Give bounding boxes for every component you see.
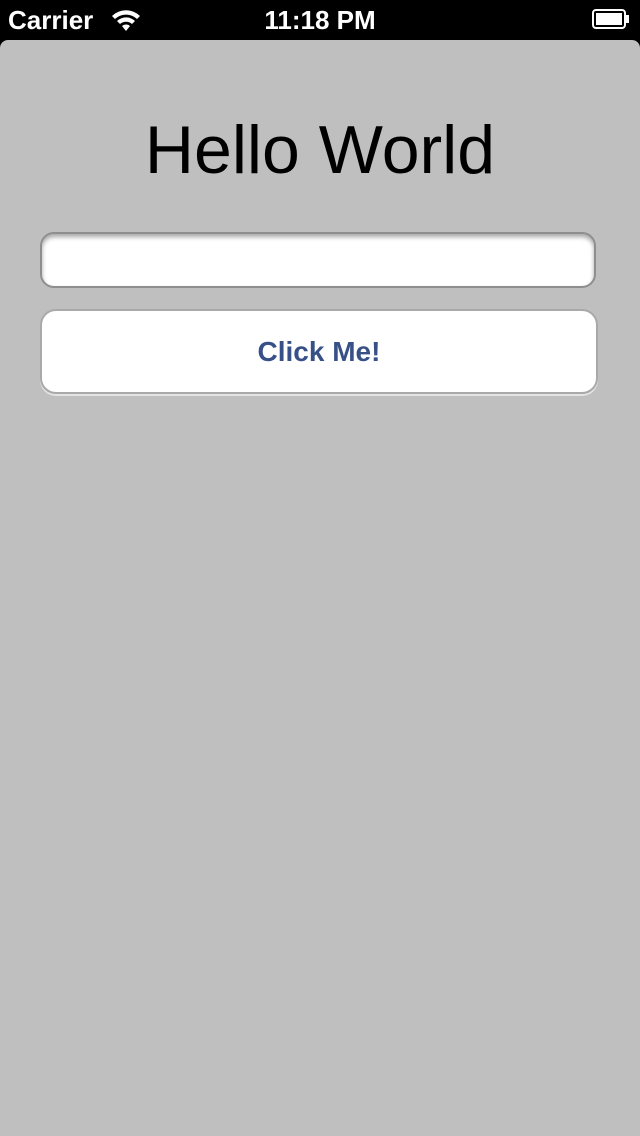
page-title: Hello World bbox=[144, 112, 496, 188]
status-time: 11:18 PM bbox=[264, 5, 376, 35]
status-bar: Carrier 11:18 PM bbox=[0, 0, 640, 40]
battery-icon bbox=[592, 9, 630, 29]
click-me-button[interactable]: Click Me! bbox=[40, 309, 598, 394]
text-input[interactable] bbox=[40, 232, 596, 288]
app-screen: Hello World Click Me! bbox=[0, 40, 640, 1136]
